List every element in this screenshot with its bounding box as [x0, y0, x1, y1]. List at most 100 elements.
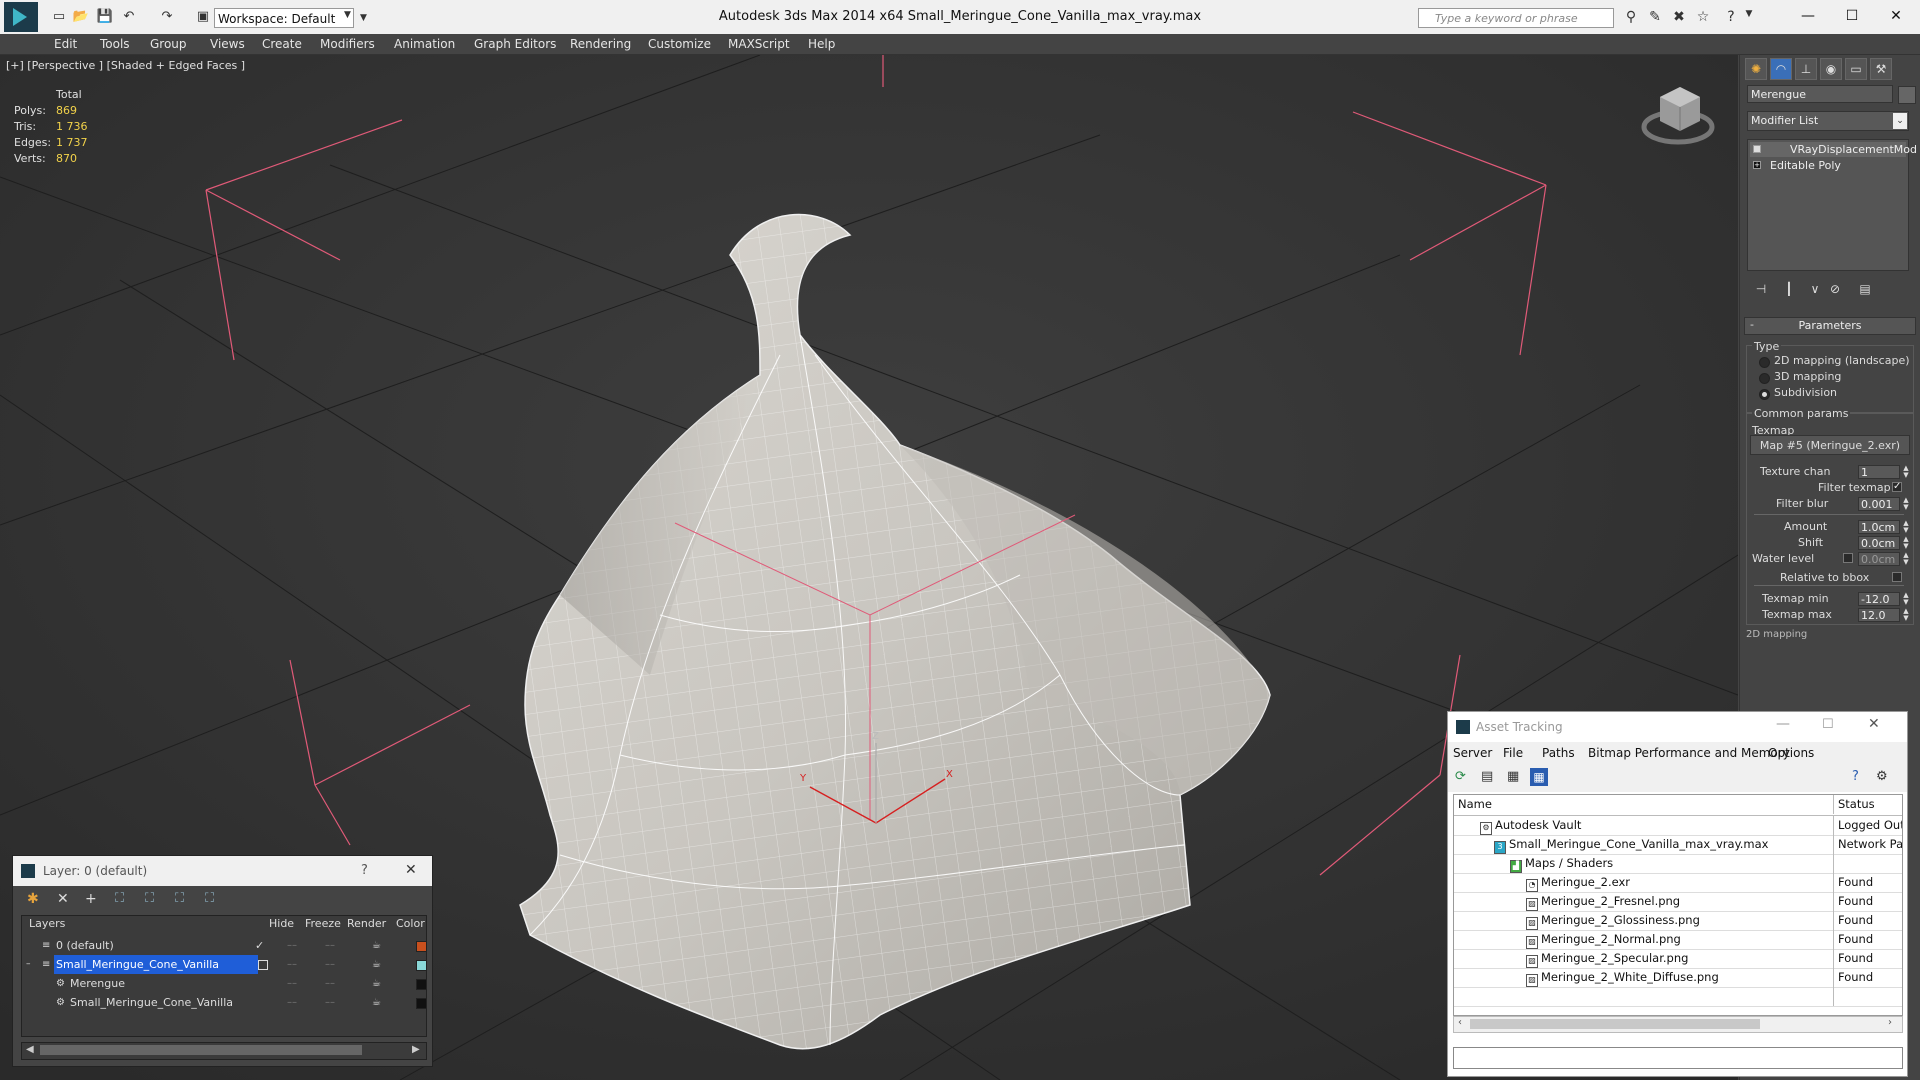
make-unique-icon[interactable]: ∨ — [1806, 280, 1824, 298]
column-hide[interactable]: Hide — [269, 916, 294, 932]
details-view-icon[interactable]: ▦ — [1507, 769, 1519, 784]
list-view-icon[interactable]: ▤ — [1481, 769, 1493, 784]
collapse-icon[interactable]: – — [26, 955, 31, 974]
hide-toggle[interactable]: –– — [287, 993, 297, 1012]
favorites-star-icon[interactable]: ☆ — [1694, 9, 1712, 25]
column-layers[interactable]: Layers — [29, 916, 65, 932]
new-layer-icon[interactable]: ✱ — [27, 891, 39, 907]
delete-layer-icon[interactable]: ✕ — [57, 891, 69, 907]
modify-tab-icon[interactable]: ◠ — [1770, 58, 1792, 80]
scroll-right-icon[interactable]: › — [1888, 1017, 1892, 1028]
maximize-button[interactable]: ☐ — [1830, 4, 1874, 28]
expand-plus-icon[interactable]: + — [1753, 161, 1761, 169]
menu-tools[interactable]: Tools — [100, 34, 130, 54]
menu-animation[interactable]: Animation — [394, 34, 455, 54]
help-chevron-icon[interactable]: ▼ — [1740, 9, 1758, 19]
active-layer-check-icon[interactable]: ✓ — [255, 936, 264, 955]
render-teapot-icon[interactable]: ☕ — [372, 974, 381, 993]
remove-modifier-icon[interactable]: ⊘ — [1826, 280, 1844, 298]
scroll-thumb[interactable] — [40, 1045, 362, 1055]
close-button[interactable]: ✕ — [405, 862, 417, 878]
layer-row[interactable]: ⚙ Small_Meringue_Cone_Vanilla –– –– ☕ — [22, 993, 427, 1012]
undo-icon[interactable]: ↶ — [120, 8, 138, 26]
render-teapot-icon[interactable]: ☕ — [372, 936, 381, 955]
column-render[interactable]: Render — [347, 916, 386, 932]
layer-row[interactable]: ≡ 0 (default) ✓ –– –– ☕ — [22, 936, 427, 955]
select-objects-icon[interactable]: ⛶ — [115, 891, 124, 906]
menu-bitmap-performance[interactable]: Bitmap Performance and Memory — [1588, 746, 1790, 760]
amount-spinner[interactable]: ▲ ▼ — [1902, 520, 1910, 534]
menu-views[interactable]: Views — [210, 34, 245, 54]
texmap-max-spinner[interactable]: ▲ ▼ — [1902, 608, 1910, 622]
texmap-min-field[interactable]: -12.0 — [1858, 592, 1900, 606]
create-tab-icon[interactable]: ✺ — [1745, 58, 1767, 80]
configure-sets-icon[interactable]: ▤ — [1856, 280, 1874, 298]
object-color-swatch[interactable] — [416, 979, 427, 990]
search-input[interactable]: Type a keyword or phrase — [1418, 8, 1614, 28]
table-row[interactable]: ▨ Meringue_2_Specular.png Found — [1454, 949, 1902, 969]
menu-modifiers[interactable]: Modifiers — [320, 34, 375, 54]
add-to-layer-icon[interactable]: + — [85, 891, 97, 907]
project-folder-icon[interactable]: ▣ — [194, 8, 212, 26]
light-bulb-icon[interactable] — [1753, 145, 1761, 153]
menu-options[interactable]: Options — [1768, 746, 1814, 760]
texmap-min-spinner[interactable]: ▲ ▼ — [1902, 592, 1910, 606]
object-color-swatch[interactable] — [1898, 86, 1916, 104]
set-current-layer-icon[interactable] — [258, 960, 268, 970]
texmap-max-field[interactable]: 12.0 — [1858, 608, 1900, 622]
water-level-checkbox[interactable] — [1843, 553, 1853, 563]
hierarchy-tab-icon[interactable]: ⊥ — [1795, 58, 1817, 80]
freeze-all-icon[interactable]: ⛶ — [205, 891, 214, 906]
modifier-list-dropdown[interactable]: Modifier List — [1747, 111, 1909, 131]
hide-toggle[interactable]: –– — [287, 955, 297, 974]
layer-dialog-titlebar[interactable]: Layer: 0 (default) ? ✕ — [13, 856, 432, 886]
radio-3d-mapping[interactable] — [1759, 373, 1770, 384]
table-row[interactable]: ▨ Meringue_2_White_Diffuse.png Found — [1454, 968, 1902, 988]
radio-2d-mapping[interactable] — [1759, 357, 1770, 368]
new-file-icon[interactable]: ▭ — [50, 8, 68, 26]
freeze-toggle[interactable]: –– — [325, 955, 335, 974]
column-freeze[interactable]: Freeze — [305, 916, 341, 932]
table-view-icon[interactable]: ▦ — [1530, 768, 1548, 786]
freeze-toggle[interactable]: –– — [325, 936, 335, 955]
shift-spinner[interactable]: ▲ ▼ — [1902, 536, 1910, 550]
menu-edit[interactable]: Edit — [54, 34, 77, 54]
radio-subdivision[interactable] — [1759, 389, 1770, 400]
scroll-right-icon[interactable]: ▶ — [412, 1044, 420, 1055]
close-button[interactable]: ✕ — [1874, 4, 1918, 28]
table-row[interactable]: 3 Small_Meringue_Cone_Vanilla_max_vray.ma… — [1454, 835, 1902, 855]
layer-color-swatch[interactable] — [416, 941, 427, 952]
column-status[interactable]: Status — [1833, 795, 1902, 814]
hide-toggle[interactable]: –– — [287, 936, 297, 955]
menu-server[interactable]: Server — [1453, 746, 1492, 760]
amount-field[interactable]: 1.0cm — [1858, 520, 1900, 534]
hide-toggle[interactable]: –– — [287, 974, 297, 993]
scroll-left-icon[interactable]: ‹ — [1458, 1017, 1462, 1028]
workspace-dropdown[interactable]: Workspace: Default — [214, 8, 354, 28]
modifier-list-chevron-icon[interactable]: ⌄ — [1893, 113, 1907, 129]
menu-file[interactable]: File — [1503, 746, 1523, 760]
menu-maxscript[interactable]: MAXScript — [728, 34, 790, 54]
viewport-label[interactable]: [+] [Perspective ] [Shaded + Edged Faces… — [6, 59, 245, 72]
water-level-spinner[interactable]: ▲ ▼ — [1902, 552, 1910, 566]
freeze-toggle[interactable]: –– — [325, 993, 335, 1012]
horizontal-scrollbar[interactable]: ◀ ▶ — [21, 1042, 427, 1060]
menu-customize[interactable]: Customize — [648, 34, 711, 54]
stack-item-vray-displacement[interactable]: VRayDisplacementMod — [1750, 142, 1917, 157]
maximize-button[interactable]: ☐ — [1822, 717, 1834, 732]
object-name-field[interactable]: Merengue — [1747, 85, 1893, 103]
subscription-key-icon[interactable]: ✎ — [1646, 9, 1664, 25]
table-row[interactable]: ◔ Meringue_2.exr Found — [1454, 873, 1902, 893]
table-row[interactable]: ▨ Meringue_2_Glossiness.png Found — [1454, 911, 1902, 931]
texmap-button[interactable]: Map #5 (Meringue_2.exr) — [1750, 435, 1910, 455]
help-icon[interactable]: ? — [1722, 9, 1740, 25]
help-icon[interactable]: ? — [1852, 769, 1859, 784]
column-name[interactable]: Name — [1458, 795, 1492, 814]
render-teapot-icon[interactable]: ☕ — [372, 993, 381, 1012]
menu-paths[interactable]: Paths — [1542, 746, 1575, 760]
redo-icon[interactable]: ↷ — [158, 8, 176, 26]
menu-graph-editors[interactable]: Graph Editors — [474, 34, 556, 54]
water-level-field[interactable]: 0.0cm — [1858, 552, 1900, 566]
refresh-icon[interactable]: ⟳ — [1455, 769, 1466, 784]
settings-icon[interactable]: ⚙ — [1876, 769, 1888, 784]
